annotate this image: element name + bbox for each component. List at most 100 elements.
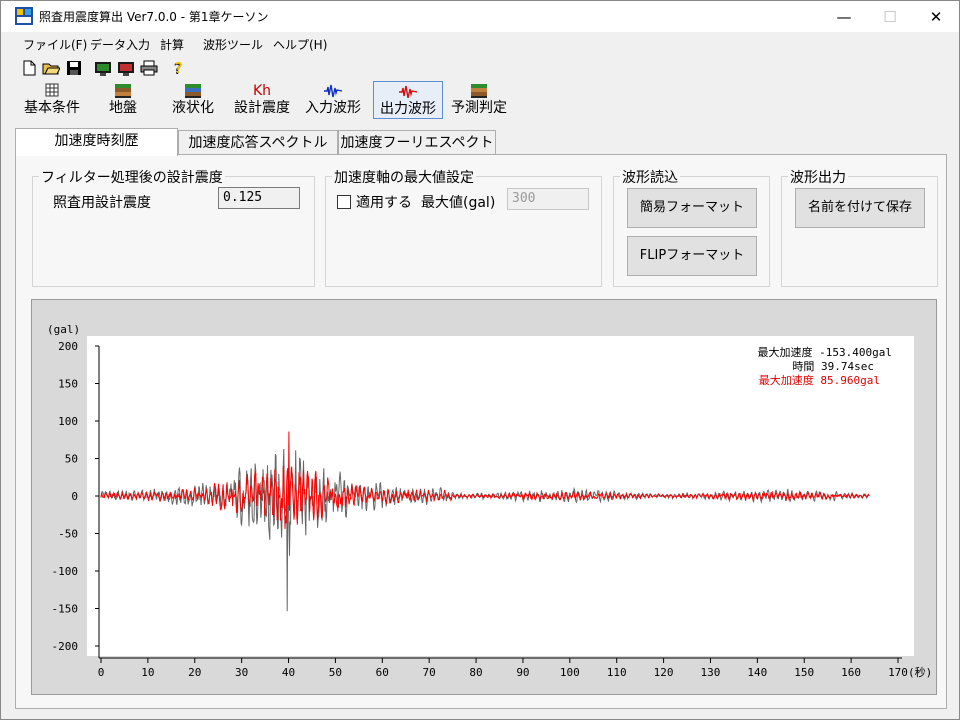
app-logo-icon (15, 7, 33, 25)
function-toolbar: 基本条件 地盤 液状化 Kh 設計震度 入力波形 出力波形 予測判定 (1, 81, 959, 121)
menu-help[interactable]: ヘルプ(H) (273, 36, 327, 53)
liquefaction-icon (185, 84, 201, 98)
x-tick-label: 80 (469, 666, 482, 679)
apply-checkbox[interactable] (337, 195, 351, 209)
close-icon: ✕ (929, 7, 943, 26)
annotation-time: 時間 39.74sec (792, 360, 874, 373)
acceleration-chart: 200 150 100 50 0 -50 -100 -150 -200 0 10 20 30 40 50 6… (47, 323, 932, 679)
tab-acceleration-history[interactable]: 加速度時刻歴 (15, 128, 178, 156)
save-icon[interactable] (65, 59, 83, 77)
prediction-button[interactable]: 予測判定 (447, 81, 511, 119)
minimize-icon: — (836, 7, 852, 26)
design-seismic-coef-field[interactable]: 0.125 (218, 187, 300, 209)
open-folder-icon[interactable] (42, 59, 60, 77)
window-title: 照査用震度算出 Ver7.0.0 - 第1章ケーソン (39, 10, 269, 24)
menu-data-input[interactable]: データ入力 (90, 36, 150, 53)
chart-frame: 200 150 100 50 0 -50 -100 -150 -200 0 10 20 30 40 50 6… (31, 299, 937, 695)
y-tick-label: 200 (58, 340, 78, 353)
menu-file[interactable]: ファイル(F) (23, 36, 87, 53)
x-tick-label: 120 (654, 666, 674, 679)
basic-conditions-button[interactable]: 基本条件 (19, 81, 85, 119)
wave-read-group-title: 波形読込 (620, 167, 680, 187)
design-seismic-button[interactable]: Kh 設計震度 (230, 81, 294, 119)
new-file-icon[interactable] (20, 59, 38, 77)
save-as-button[interactable]: 名前を付けて保存 (795, 188, 925, 228)
ground-layers-icon (115, 84, 131, 98)
output-wave-label: 出力波形 (380, 101, 436, 117)
svg-text:?: ? (174, 59, 183, 77)
design-seismic-coef-label: 照査用設計震度 (53, 195, 151, 211)
x-tick-label: 10 (141, 666, 154, 679)
max-value-field[interactable]: 300 (507, 188, 589, 210)
prediction-label: 予測判定 (451, 100, 507, 116)
input-wave-button[interactable]: 入力波形 (301, 81, 365, 119)
y-tick-label: 100 (58, 415, 78, 428)
maximize-icon: ☐ (883, 7, 897, 26)
menu-wave-tools[interactable]: 波形ツール (203, 36, 263, 53)
output-wave-button[interactable]: 出力波形 (373, 81, 443, 119)
wave-output-group-title: 波形出力 (788, 167, 848, 187)
input-wave-label: 入力波形 (305, 100, 361, 116)
tab-fourier-spectrum[interactable]: 加速度フーリエスペクトル (338, 130, 496, 175)
y-tick-label: -150 (52, 603, 79, 616)
maximize-button[interactable]: ☐ (867, 1, 913, 32)
x-tick-label: 60 (376, 666, 389, 679)
annotation-peak: 最大加速度 -153.400gal (758, 345, 892, 359)
design-seismic-label: 設計震度 (234, 100, 290, 116)
x-tick-label: 160 (841, 666, 861, 679)
axis-max-group: 加速度軸の最大値設定 適用する 最大値(gal) 300 (325, 167, 602, 287)
wave-read-group: 波形読込 簡易フォーマット FLIPフォーマット (613, 167, 770, 287)
flip-format-button[interactable]: FLIPフォーマット (627, 236, 757, 276)
simple-format-button[interactable]: 簡易フォーマット (627, 188, 757, 228)
prediction-icon (471, 84, 487, 98)
apply-checkbox-label: 適用する (356, 195, 412, 211)
x-tick-label: 20 (188, 666, 201, 679)
menu-calc[interactable]: 計算 (160, 36, 184, 53)
x-tick-label: 130 (701, 666, 721, 679)
liquefaction-button[interactable]: 液状化 (167, 81, 219, 119)
x-tick-label: 0 (98, 666, 105, 679)
kh-icon: Kh (252, 83, 272, 99)
liquefaction-label: 液状化 (172, 100, 214, 116)
icon-toolbar: ? ? (1, 56, 959, 80)
wave-output-group: 波形出力 名前を付けて保存 (781, 167, 938, 287)
y-tick-label: 0 (71, 490, 78, 503)
minimize-button[interactable]: — (821, 1, 867, 32)
print-icon[interactable] (140, 59, 158, 77)
x-tick-label: 70 (423, 666, 436, 679)
app-window: 照査用震度算出 Ver7.0.0 - 第1章ケーソン — ☐ ✕ ファイル(F)… (0, 0, 960, 720)
max-value-label: 最大値(gal) (421, 195, 496, 211)
grid-icon (45, 83, 59, 97)
basic-conditions-label: 基本条件 (24, 100, 80, 116)
x-tick-label: 90 (516, 666, 529, 679)
help-icon[interactable]: ? ? (169, 59, 187, 77)
x-tick-label: 50 (329, 666, 342, 679)
ground-label: 地盤 (109, 100, 137, 116)
tab-response-spectrum[interactable]: 加速度応答スペクトル (178, 130, 338, 154)
y-tick-label: -200 (52, 640, 79, 653)
input-wave-icon (324, 84, 342, 98)
monitor-icon[interactable] (117, 59, 135, 77)
y-tick-label: 50 (65, 453, 78, 466)
axis-max-group-title: 加速度軸の最大値設定 (332, 167, 476, 187)
y-tick-label: -50 (58, 528, 78, 541)
x-axis-label: (秒) (908, 665, 932, 679)
x-tick-label: 150 (794, 666, 814, 679)
y-axis-label: (gal) (47, 323, 80, 336)
x-tick-label: 30 (235, 666, 248, 679)
x-tick-label: 40 (282, 666, 295, 679)
annotation-peak-filtered: 最大加速度 85.960gal (759, 373, 880, 387)
x-tick-label: 100 (560, 666, 580, 679)
filter-group: フィルター処理後の設計震度 照査用設計震度 0.125 (32, 167, 315, 287)
x-tick-label: 110 (607, 666, 627, 679)
y-tick-label: 150 (58, 378, 78, 391)
ground-button[interactable]: 地盤 (104, 81, 142, 119)
x-tick-label: 170 (888, 666, 908, 679)
close-button[interactable]: ✕ (913, 1, 959, 32)
output-wave-icon (399, 85, 417, 99)
calc-icon[interactable] (94, 59, 112, 77)
x-tick-label: 140 (747, 666, 767, 679)
menu-bar: ファイル(F) データ入力 計算 波形ツール ヘルプ(H) (1, 33, 959, 55)
y-tick-label: -100 (52, 565, 79, 578)
title-bar[interactable]: 照査用震度算出 Ver7.0.0 - 第1章ケーソン — ☐ ✕ (1, 1, 959, 32)
